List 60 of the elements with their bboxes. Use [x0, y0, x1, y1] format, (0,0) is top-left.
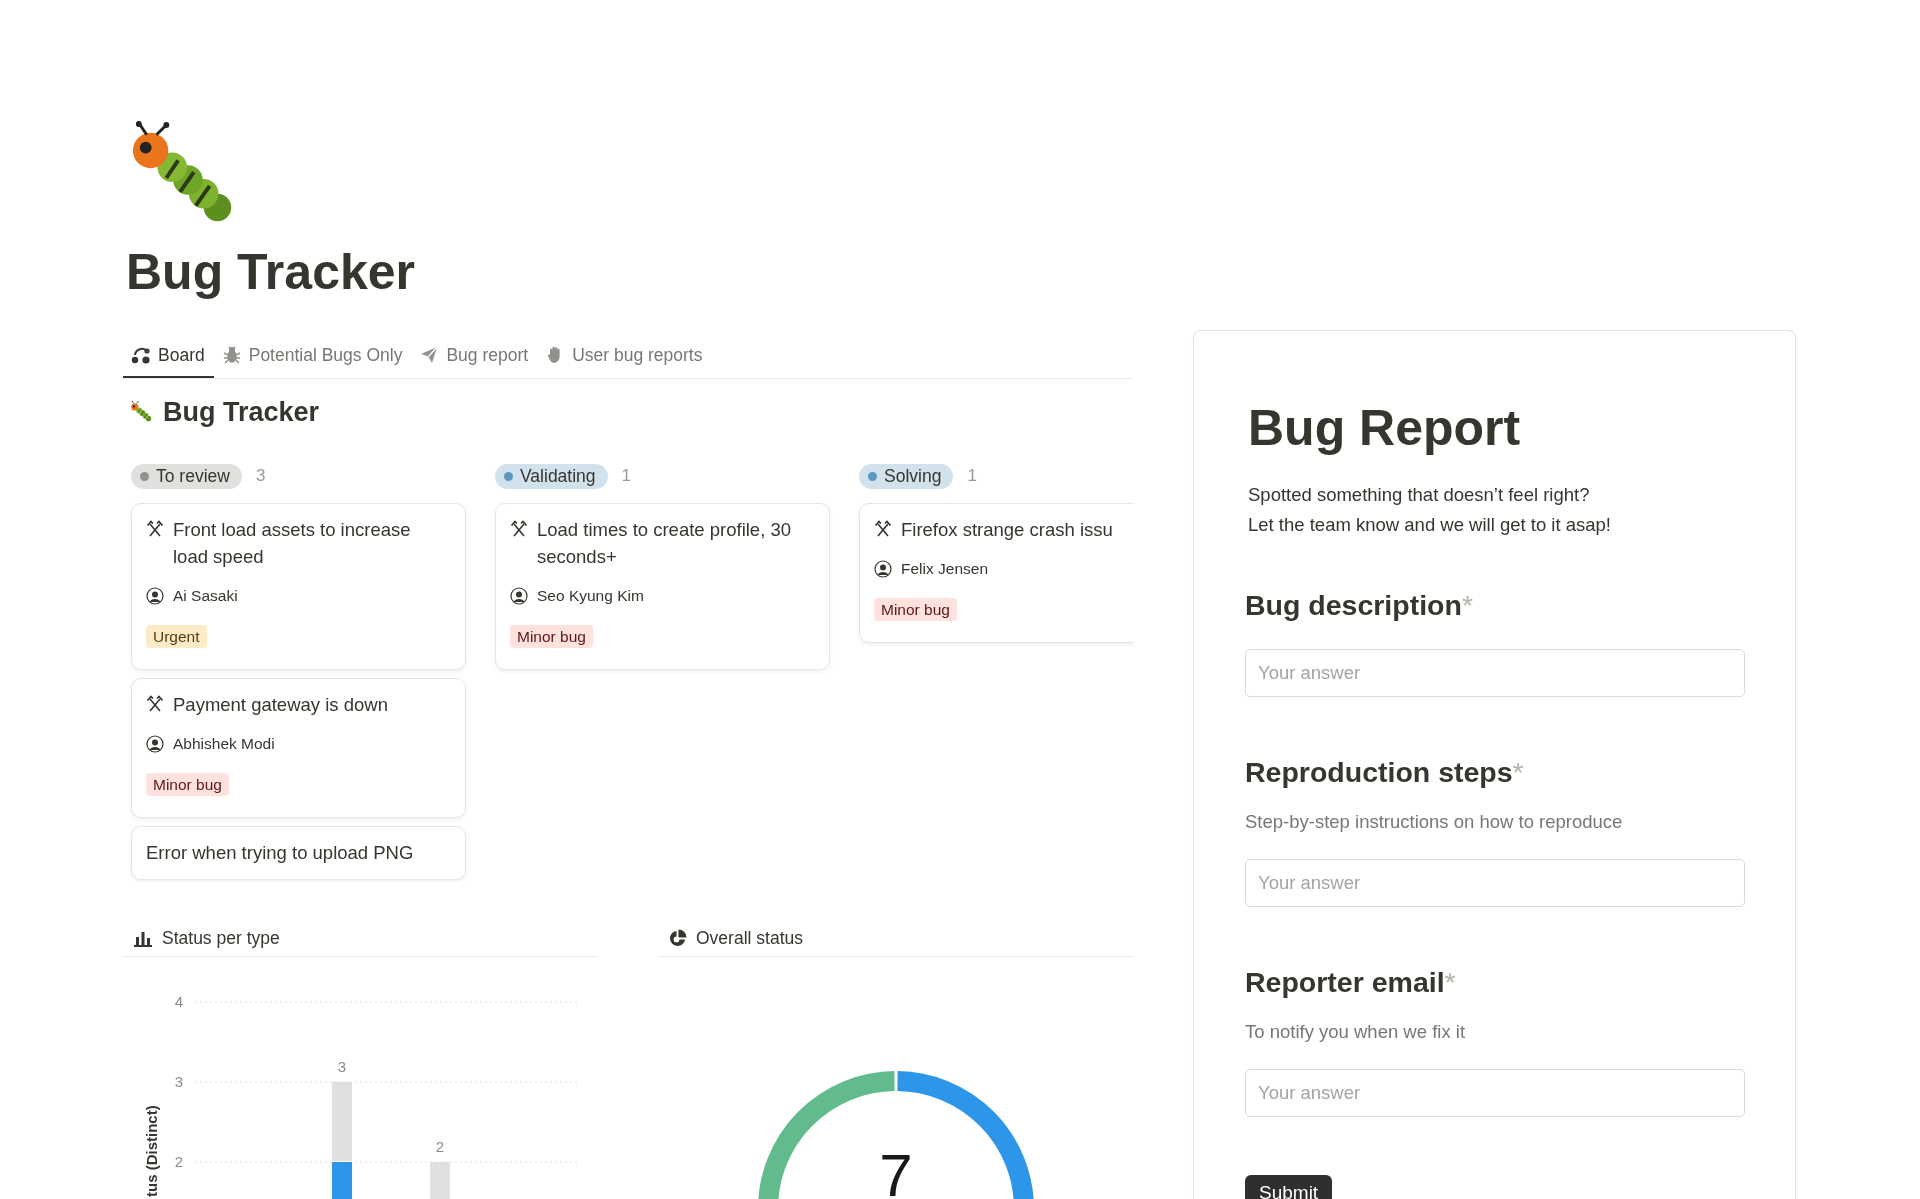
task-card[interactable]: Payment gateway is down Abhishek Modi Minor bug — [131, 678, 466, 819]
data-label: 3 — [337, 1058, 347, 1075]
y-tick-label: 3 — [174, 1073, 183, 1090]
total-count: 7 — [879, 1142, 913, 1199]
y-axis-label: tus (Distinct) — [143, 1105, 160, 1197]
answer-field[interactable]: Your answer — [1245, 1069, 1745, 1117]
data-label: 2 — [435, 1138, 445, 1155]
question-label: Bug description* — [1245, 588, 1475, 623]
card-title: Load times to create profile, 30 seconds+ — [537, 518, 792, 570]
answer-field[interactable]: Your answer — [1245, 649, 1745, 697]
item-count: 1 — [621, 466, 632, 487]
view-tab[interactable]: Board — [123, 334, 214, 379]
view-tab[interactable]: Bug report — [411, 334, 538, 379]
card-title: Front load assets to increase load speed — [173, 518, 412, 570]
bug-icon — [221, 345, 242, 366]
status-pill: Solving — [859, 463, 954, 489]
item-count: 1 — [967, 466, 977, 487]
item-count: 3 — [255, 466, 266, 487]
avatar-icon — [146, 735, 164, 754]
task-card[interactable]: Firefox strange crash issu Felix Jensen Minor bug — [859, 503, 1133, 644]
question-label: Reproduction steps* — [1245, 755, 1525, 790]
status-pill: To review — [131, 463, 242, 489]
avatar-icon — [874, 560, 892, 579]
y-tick-label: 4 — [174, 993, 183, 1010]
pie-chart-icon — [668, 928, 687, 948]
view-tab[interactable]: Potential Bugs Only — [213, 334, 412, 379]
avatar-icon — [146, 587, 164, 606]
task-card[interactable]: Load times to create profile, 30 seconds+ Seo Kyung Kim Minor bug — [495, 503, 830, 671]
priority-tag: Minor bug — [874, 598, 957, 622]
avatar-icon — [510, 587, 528, 606]
page-title: Bug Tracker — [126, 243, 416, 303]
task-card[interactable]: Front load assets to increase load speed Ai Sasaki Urgent — [131, 503, 466, 671]
card-title: Firefox strange crash issu — [901, 518, 1113, 543]
answer-field[interactable]: Your answer — [1245, 859, 1745, 907]
question-hint: To notify you when we fix it — [1245, 1020, 1467, 1044]
status-pill: Validating — [495, 463, 608, 489]
y-tick-label: 2 — [174, 1153, 183, 1170]
caterpillar-icon — [130, 401, 154, 423]
form-title: Bug Report — [1248, 399, 1522, 458]
task-card[interactable]: Error when trying to upload PNG — [131, 826, 466, 881]
card-title: Payment gateway is down — [173, 693, 388, 718]
card-title: Error when trying to upload PNG — [146, 841, 414, 866]
assignee-name: Felix Jensen — [901, 560, 988, 579]
form-description: Let the team know and we will get to it asap! — [1248, 513, 1612, 537]
assignee-name: Abhishek Modi — [173, 735, 275, 754]
submit-button[interactable]: Submit — [1245, 1175, 1333, 1199]
form-description: Spotted something that doesn’t feel right? — [1248, 483, 1591, 507]
assignee-name: Ai Sasaki — [173, 587, 238, 606]
priority-tag: Urgent — [146, 625, 207, 649]
chart-title: Status per type — [162, 927, 280, 949]
board-icon — [131, 345, 151, 366]
priority-tag: Minor bug — [146, 773, 229, 797]
view-tab[interactable]: User bug reports — [537, 334, 712, 379]
board-title: Bug Tracker — [163, 396, 320, 428]
question-label: Reporter email* — [1245, 965, 1457, 1000]
chart-title: Overall status — [696, 927, 803, 949]
priority-tag: Minor bug — [510, 625, 593, 649]
assignee-name: Seo Kyung Kim — [537, 587, 644, 606]
question-hint: Step-by-step instructions on how to reproduce — [1245, 810, 1624, 834]
bar-chart-icon — [133, 929, 153, 947]
